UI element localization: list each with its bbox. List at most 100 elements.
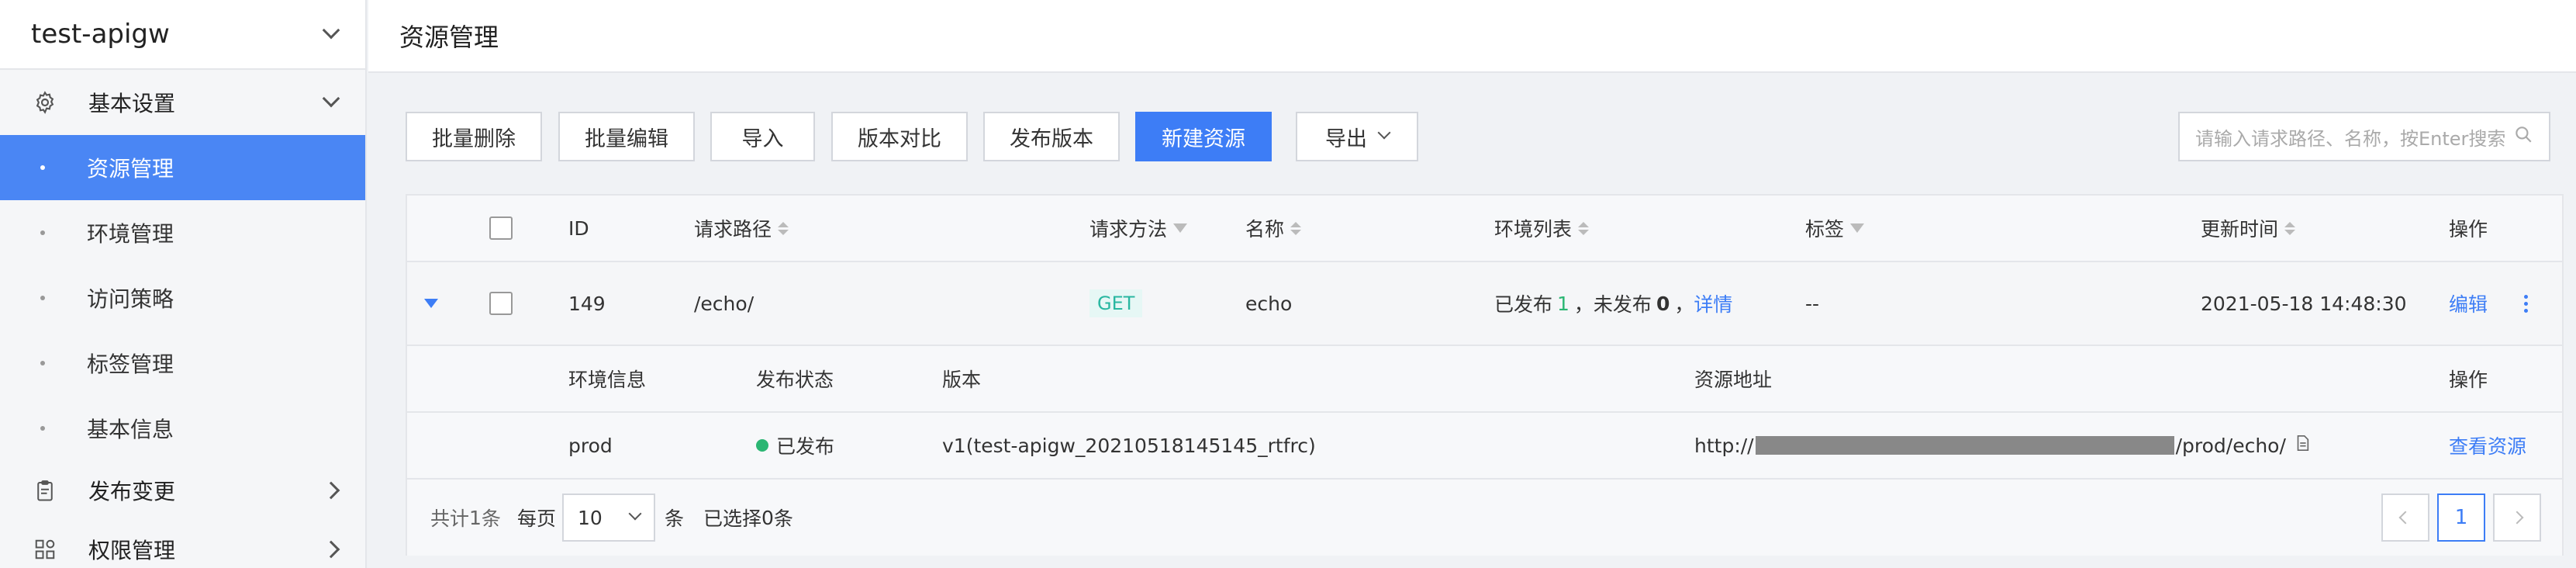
method-badge: GET [1089,289,1143,317]
table-footer: 共计 1 条 每页 10 条 已选择 0 条 1 [407,480,2562,556]
bullet-icon [40,230,45,235]
column-tags[interactable]: 标签 [1805,196,1865,261]
sort-icon [1290,221,1302,235]
sidebar-group-label: 发布变更 [88,479,176,504]
batch-edit-button[interactable]: 批量编辑 [558,112,695,161]
cell-updated-time: 2021-05-18 14:48:30 [2201,292,2407,315]
sidebar-item-tag-management[interactable]: 标签管理 [0,331,365,396]
version-compare-button[interactable]: 版本对比 [831,112,968,161]
per-page-label: 每页 [517,507,557,530]
column-label: ID [568,216,589,240]
sidebar-group-label: 基本设置 [88,91,176,116]
address-prefix: http:// [1694,434,1754,457]
status-label: 已发布 [776,435,835,458]
more-actions-button[interactable] [2524,262,2528,345]
sub-column-version: 版本 [942,369,982,391]
cell-id: 149 [568,292,606,315]
per-page-select[interactable]: 10 [562,494,655,542]
sidebar-item-access-policy[interactable]: 访问策略 [0,265,365,331]
view-resource-link[interactable]: 查看资源 [2449,413,2526,478]
bullet-icon [40,426,45,431]
sidebar-group-permission-management[interactable]: 权限管理 [0,520,365,568]
table-row[interactable]: 149 /echo/ GET echo 已发布 1 ，未发布 0 ， 详情 --… [407,262,2562,346]
column-updated-time[interactable]: 更新时间 [2201,196,2296,261]
batch-delete-button[interactable]: 批量删除 [406,112,542,161]
checkbox-box [489,292,513,315]
row-checkbox[interactable] [489,262,513,345]
search-icon [2513,124,2533,149]
sidebar-group-release-changes[interactable]: 发布变更 [0,461,365,520]
column-request-method[interactable]: 请求方法 [1089,196,1188,261]
sub-table-header: 环境信息 发布状态 版本 资源地址 操作 [407,346,2562,413]
filter-icon [1173,223,1188,233]
selected-prefix: 已选择 [703,507,762,530]
selected-count: 已选择 0 条 [703,480,793,556]
bullet-icon [40,361,45,365]
edit-link[interactable]: 编辑 [2449,262,2488,345]
copy-icon[interactable] [2294,434,2311,457]
cell-tags: -- [1805,292,1820,315]
page-number-button[interactable]: 1 [2437,494,2485,542]
project-name: test-apigw [31,19,170,50]
column-label: 环境列表 [1494,218,1573,241]
cell-path: /echo/ [694,292,754,315]
table-header: ID 请求路径 请求方法 名称 环境列表 标签 更新时间 操作 [407,196,2562,262]
address-suffix: /prod/echo/ [2175,434,2286,457]
caret-down-icon [424,299,438,308]
sort-icon [2284,221,2296,235]
sidebar: test-apigw 基本设置 资源管理 环境管理 访问策略 标签管理 基本信息… [0,0,367,568]
sidebar-item-basic-info[interactable]: 基本信息 [0,396,365,461]
sub-column-env: 环境信息 [568,369,647,391]
sidebar-item-resource-management[interactable]: 资源管理 [0,135,365,200]
sub-table-row: prod 已发布 v1(test-apigw_20210518145145_rt… [407,413,2562,480]
unpublished-label: ，未发布 [1573,293,1652,316]
filter-icon [1850,223,1865,233]
column-label: 标签 [1805,218,1845,241]
chevron-down-icon [322,21,340,40]
sub-column-actions: 操作 [2449,369,2488,391]
project-switcher[interactable]: test-apigw [0,0,365,70]
chevron-right-icon [322,481,340,500]
sidebar-item-environment-management[interactable]: 环境管理 [0,200,365,265]
sidebar-item-label: 环境管理 [87,221,174,247]
sub-cell-status: 已发布 [756,413,834,478]
publish-version-button[interactable]: 发布版本 [983,112,1120,161]
more-vertical-icon [2524,294,2528,313]
sub-cell-address: http:// /prod/echo/ [1694,413,2311,478]
column-id: ID [568,196,589,261]
chevron-left-icon [2398,511,2412,525]
new-resource-button[interactable]: 新建资源 [1135,112,1272,161]
export-dropdown[interactable]: 导出 [1296,112,1418,161]
resource-table: ID 请求路径 请求方法 名称 环境列表 标签 更新时间 操作 149 /ech… [406,194,2564,556]
cell-env-list: 已发布 1 ，未发布 0 ， 详情 [1494,262,1732,345]
next-page-button[interactable] [2493,494,2541,542]
sub-cell-version: v1(test-apigw_20210518145145_rtfrc) [942,434,1316,457]
total-suffix: 条 [481,507,501,530]
column-name[interactable]: 名称 [1245,196,1302,261]
page-title: 资源管理 [399,23,499,52]
sidebar-item-label: 资源管理 [87,156,174,182]
bullet-icon [40,165,45,170]
bullet-icon [40,296,45,300]
column-label: 操作 [2449,218,2488,241]
cell-name: echo [1245,292,1293,315]
sort-icon [778,221,789,235]
prev-page-button[interactable] [2381,494,2429,542]
chevron-down-icon [1377,126,1391,140]
search-input[interactable]: 请输入请求路径、名称，按Enter搜索 [2178,112,2550,161]
expand-toggle[interactable] [424,262,438,345]
total-count: 共计 1 条 [430,480,501,556]
env-detail-link[interactable]: 详情 [1694,289,1732,317]
chevron-down-icon [628,507,642,521]
column-env-list[interactable]: 环境列表 [1494,196,1590,261]
per-page-select-wrap: 10 [562,480,655,556]
sidebar-item-label: 标签管理 [87,352,174,377]
select-all-checkbox[interactable] [489,196,513,261]
checkbox-box [489,216,513,240]
selected-value: 0 [761,506,774,529]
import-button[interactable]: 导入 [710,112,815,161]
column-request-path[interactable]: 请求路径 [694,196,789,261]
sidebar-group-basic-settings[interactable]: 基本设置 [0,70,365,135]
gear-icon [31,88,59,116]
column-actions: 操作 [2449,196,2488,261]
